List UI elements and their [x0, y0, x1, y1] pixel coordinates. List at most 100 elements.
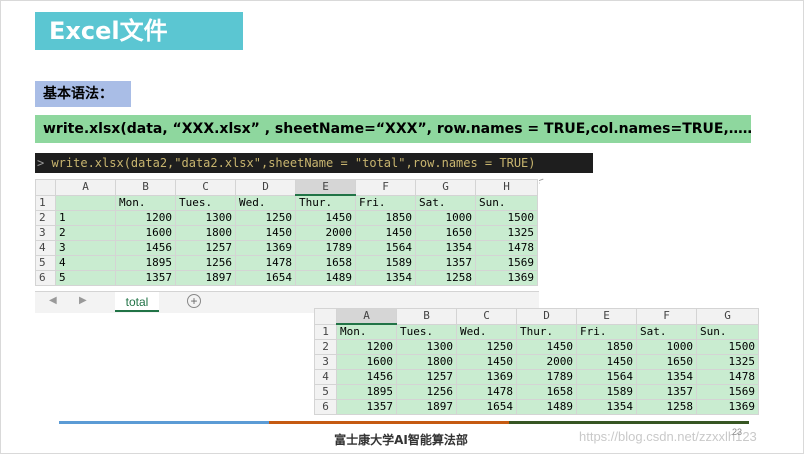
cell[interactable]: 1564 — [576, 369, 637, 385]
cell[interactable]: 1357 — [636, 384, 697, 400]
cell[interactable]: 1478 — [456, 384, 517, 400]
row-header[interactable]: 4 — [314, 369, 337, 385]
cell[interactable]: 1357 — [115, 270, 176, 286]
cell[interactable]: 1650 — [415, 225, 476, 241]
column-header[interactable]: G — [696, 308, 759, 325]
cell[interactable]: 1369 — [475, 270, 538, 286]
cell[interactable]: 1357 — [336, 399, 397, 415]
cell[interactable]: Tues. — [396, 323, 457, 340]
cell[interactable]: 2000 — [516, 354, 577, 370]
cell[interactable]: 1850 — [576, 339, 637, 355]
row-header[interactable]: 1 — [35, 194, 56, 211]
cell[interactable]: 1369 — [235, 240, 296, 256]
cell[interactable]: 1 — [55, 210, 116, 226]
column-header[interactable]: A — [55, 179, 116, 196]
cell[interactable]: 1369 — [696, 399, 759, 415]
cell[interactable]: 2000 — [295, 225, 356, 241]
cell[interactable]: 1478 — [475, 240, 538, 256]
column-header[interactable]: C — [175, 179, 236, 196]
column-header[interactable]: F — [636, 308, 697, 325]
cell[interactable]: 1478 — [235, 255, 296, 271]
column-header[interactable]: D — [235, 179, 296, 196]
column-header[interactable]: F — [355, 179, 416, 196]
cell[interactable]: Tues. — [175, 194, 236, 211]
cell[interactable]: 1357 — [415, 255, 476, 271]
cell[interactable]: 1658 — [295, 255, 356, 271]
cell[interactable]: 1589 — [576, 384, 637, 400]
row-header[interactable]: 6 — [314, 399, 337, 415]
cell[interactable]: 1850 — [355, 210, 416, 226]
cell[interactable]: Wed. — [235, 194, 296, 211]
cell[interactable]: 1257 — [396, 369, 457, 385]
cell[interactable]: 1658 — [516, 384, 577, 400]
cell[interactable]: 1589 — [355, 255, 416, 271]
cell[interactable]: 1500 — [696, 339, 759, 355]
cell[interactable]: Fri. — [355, 194, 416, 211]
cell[interactable]: 1258 — [636, 399, 697, 415]
cell[interactable]: Thur. — [516, 323, 577, 340]
cell[interactable]: 5 — [55, 270, 116, 286]
cell[interactable]: Sat. — [636, 323, 697, 340]
cell[interactable]: 1325 — [475, 225, 538, 241]
cell[interactable]: 1895 — [115, 255, 176, 271]
cell[interactable]: 1450 — [355, 225, 416, 241]
cell[interactable]: 1569 — [696, 384, 759, 400]
row-header[interactable]: 3 — [35, 225, 56, 241]
tab-scroll-left-icon[interactable]: ◀ — [49, 295, 57, 306]
cell[interactable]: Mon. — [115, 194, 176, 211]
cell[interactable]: 1450 — [456, 354, 517, 370]
sheet1-grid[interactable]: ABCDEFGH 1 Mon. Tues. Wed. Thur. Fri. Sat. Sun.… — [35, 179, 538, 286]
cell[interactable]: 2 — [55, 225, 116, 241]
column-header[interactable]: E — [576, 308, 637, 325]
cell[interactable] — [55, 194, 116, 211]
corner-cell[interactable] — [314, 308, 337, 325]
cell[interactable]: 1250 — [456, 339, 517, 355]
cell[interactable]: 1256 — [396, 384, 457, 400]
row-header[interactable]: 6 — [35, 270, 56, 286]
add-sheet-icon[interactable]: + — [187, 294, 201, 308]
cell[interactable]: Sun. — [475, 194, 538, 211]
cell[interactable]: 1600 — [336, 354, 397, 370]
cell[interactable]: Sun. — [696, 323, 759, 340]
cell[interactable]: 1897 — [175, 270, 236, 286]
cell[interactable]: 4 — [55, 255, 116, 271]
cell[interactable]: 1450 — [516, 339, 577, 355]
cell[interactable]: 1250 — [235, 210, 296, 226]
cell[interactable]: 1354 — [415, 240, 476, 256]
cell[interactable]: 1789 — [295, 240, 356, 256]
cell[interactable]: 1257 — [175, 240, 236, 256]
cell[interactable]: 1897 — [396, 399, 457, 415]
column-header[interactable]: A — [336, 308, 397, 325]
cell[interactable]: 1354 — [636, 369, 697, 385]
cell[interactable]: 1478 — [696, 369, 759, 385]
tab-scroll-right-icon[interactable]: ▶ — [79, 295, 87, 306]
column-header[interactable]: C — [456, 308, 517, 325]
column-header[interactable]: B — [396, 308, 457, 325]
sheet-tab-total[interactable]: total — [115, 292, 159, 312]
cell[interactable]: 1789 — [516, 369, 577, 385]
cell[interactable]: 1489 — [295, 270, 356, 286]
cell[interactable]: Wed. — [456, 323, 517, 340]
column-header[interactable]: D — [516, 308, 577, 325]
cell[interactable]: 1456 — [336, 369, 397, 385]
row-header[interactable]: 3 — [314, 354, 337, 370]
cell[interactable]: 1258 — [415, 270, 476, 286]
cell[interactable]: Thur. — [295, 194, 356, 211]
cell[interactable]: 1000 — [636, 339, 697, 355]
column-header[interactable]: H — [475, 179, 538, 196]
cell[interactable]: Sat. — [415, 194, 476, 211]
row-header[interactable]: 1 — [314, 323, 337, 340]
cell[interactable]: 1450 — [235, 225, 296, 241]
cell[interactable]: 1500 — [475, 210, 538, 226]
cell[interactable]: 1489 — [516, 399, 577, 415]
cell[interactable]: 1564 — [355, 240, 416, 256]
cell[interactable]: 1895 — [336, 384, 397, 400]
cell[interactable]: 1450 — [295, 210, 356, 226]
row-header[interactable]: 5 — [35, 255, 56, 271]
cell[interactable]: 1456 — [115, 240, 176, 256]
cell[interactable]: 1200 — [336, 339, 397, 355]
cell[interactable]: 1800 — [396, 354, 457, 370]
cell[interactable]: 1354 — [355, 270, 416, 286]
column-header[interactable]: E — [295, 179, 356, 196]
corner-cell[interactable] — [35, 179, 56, 196]
